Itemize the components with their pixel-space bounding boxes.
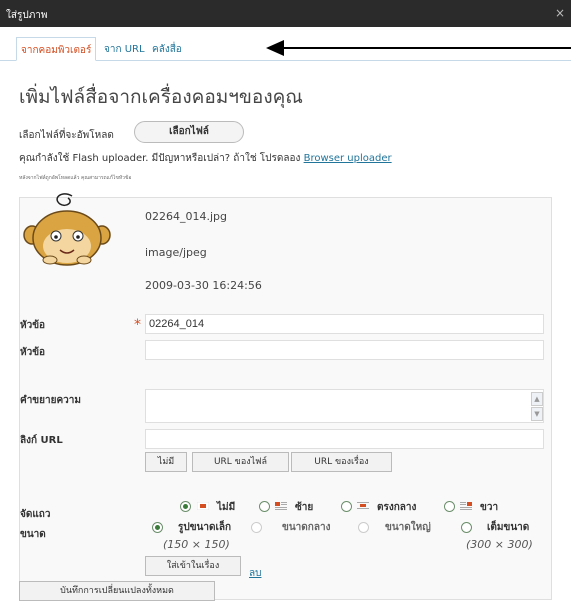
size-medium-radio xyxy=(251,522,262,533)
title-input[interactable] xyxy=(145,314,544,334)
link-url-input[interactable] xyxy=(145,429,544,449)
media-filename: 02264_014.jpg xyxy=(145,210,228,223)
size-large-label: ขนาดใหญ่ xyxy=(385,522,431,533)
align-left-radio[interactable] xyxy=(259,501,270,512)
size-medium-label: ขนาดกลาง xyxy=(282,522,331,533)
link-file-url-button[interactable]: URL ของไฟล์ xyxy=(192,452,289,472)
caption-label: หัวข้อ xyxy=(20,347,46,358)
flash-uploader-notice: คุณกำลังใช้ Flash uploader. มีปัญหาหรือเ… xyxy=(19,151,392,166)
tab-from-url[interactable]: จาก URL xyxy=(100,37,149,61)
align-left-icon xyxy=(275,502,287,510)
insert-into-post-button[interactable]: ใส่เข้าในเรื่อง xyxy=(145,556,241,576)
alignment-label: จัดแถว xyxy=(20,509,51,520)
align-none-icon xyxy=(197,502,209,510)
upload-note: หลังจากไฟล์ถูกอัพโหลดแล้ว คุณสามารถแก้ไข… xyxy=(19,175,132,181)
choose-file-button[interactable]: เลือกไฟล์ xyxy=(134,121,244,143)
monkey-thumbnail-image xyxy=(23,193,111,266)
flash-uploader-text: คุณกำลังใช้ Flash uploader. มีปัญหาหรือเ… xyxy=(19,153,301,164)
scroll-up-icon[interactable]: ▲ xyxy=(531,392,543,406)
media-upload-date: 2009-03-30 16:24:56 xyxy=(145,279,262,292)
tab-from-computer[interactable]: จากคอมพิวเตอร์ xyxy=(16,37,97,61)
scroll-down-icon[interactable]: ▼ xyxy=(531,407,543,421)
size-thumbnail-label: รูปขนาดเล็ก xyxy=(178,522,232,533)
align-center-label: ตรงกลาง xyxy=(377,502,417,513)
page-title: เพิ่มไฟล์สื่อจากเครื่องคอมฯของคุณ xyxy=(19,86,303,108)
dialog-titlebar: ใส่รูปภาพ × xyxy=(0,0,571,27)
size-label: ขนาด xyxy=(20,529,46,540)
size-thumbnail-dims: (150 × 150) xyxy=(163,538,230,551)
link-post-url-button[interactable]: URL ของเรื่อง xyxy=(291,452,392,472)
size-large-radio xyxy=(358,522,369,533)
size-thumbnail-radio[interactable] xyxy=(152,522,163,533)
link-none-button[interactable]: ไม่มี xyxy=(145,452,187,472)
media-mime-type: image/jpeg xyxy=(145,246,207,259)
choose-file-label: เลือกไฟล์ที่จะอัพโหลด xyxy=(19,130,114,141)
description-textarea[interactable] xyxy=(145,389,544,423)
align-none-radio[interactable] xyxy=(180,501,191,512)
align-right-label: ขวา xyxy=(480,502,499,513)
close-icon[interactable]: × xyxy=(555,6,565,20)
tab-media-library[interactable]: คลังสื่อ xyxy=(148,37,186,61)
align-center-icon xyxy=(357,502,369,509)
align-left-label: ซ้าย xyxy=(295,502,314,513)
required-marker: * xyxy=(134,317,141,333)
dialog-title: ใส่รูปภาพ xyxy=(6,10,48,21)
annotation-arrow-icon xyxy=(266,40,284,56)
size-full-radio[interactable] xyxy=(461,522,472,533)
align-right-radio[interactable] xyxy=(444,501,455,512)
align-center-radio[interactable] xyxy=(341,501,352,512)
caption-input[interactable] xyxy=(145,340,544,360)
save-all-changes-button[interactable]: บันทึกการเปลี่ยนแปลงทั้งหมด xyxy=(19,581,215,601)
title-label: หัวข้อ xyxy=(20,320,46,331)
align-right-icon xyxy=(460,502,472,510)
size-full-label: เต็มขนาด xyxy=(487,522,530,533)
size-full-dims: (300 × 300) xyxy=(466,538,533,551)
delete-link[interactable]: ลบ xyxy=(249,566,261,581)
description-label: คำขยายความ xyxy=(20,395,81,406)
browser-uploader-link[interactable]: Browser uploader xyxy=(304,153,392,164)
annotation-arrow-line xyxy=(283,47,571,49)
link-url-label: ลิงก์ URL xyxy=(20,435,63,446)
align-none-label: ไม่มี xyxy=(217,502,236,513)
